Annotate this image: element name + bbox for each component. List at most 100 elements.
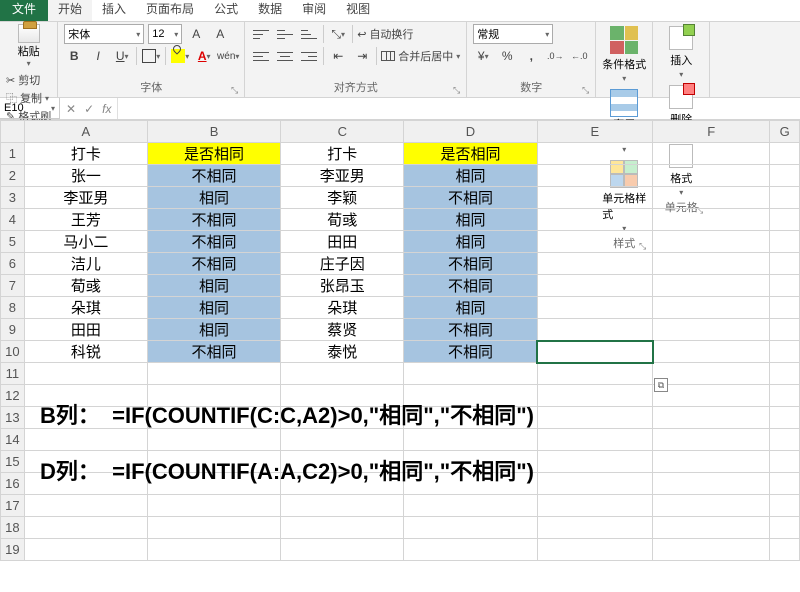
cell[interactable] bbox=[770, 187, 800, 209]
cell[interactable] bbox=[537, 231, 652, 253]
col-header-F[interactable]: F bbox=[653, 121, 770, 143]
cell[interactable] bbox=[537, 539, 652, 561]
decrease-decimal-button[interactable] bbox=[569, 46, 589, 66]
cell[interactable]: 马小二 bbox=[24, 231, 147, 253]
decrease-font-button[interactable] bbox=[210, 24, 230, 44]
cell[interactable] bbox=[770, 385, 800, 407]
cell[interactable]: 相同 bbox=[147, 275, 280, 297]
cell[interactable]: 李颖 bbox=[281, 187, 404, 209]
cell[interactable] bbox=[770, 539, 800, 561]
cell[interactable] bbox=[653, 495, 770, 517]
tab-view[interactable]: 视图 bbox=[336, 0, 380, 21]
cell[interactable] bbox=[770, 363, 800, 385]
cell[interactable] bbox=[770, 517, 800, 539]
cell[interactable] bbox=[404, 363, 537, 385]
cell[interactable] bbox=[537, 517, 652, 539]
orientation-button[interactable]: ▾ bbox=[328, 24, 348, 44]
row-header[interactable]: 6 bbox=[1, 253, 25, 275]
worksheet-grid[interactable]: A B C D E F G 1打卡是否相同打卡是否相同2张一不相同李亚男相同3李… bbox=[0, 120, 800, 561]
select-all-corner[interactable] bbox=[1, 121, 25, 143]
row-header[interactable]: 3 bbox=[1, 187, 25, 209]
cell[interactable]: 蔡贤 bbox=[281, 319, 404, 341]
cell[interactable]: 庄子因 bbox=[281, 253, 404, 275]
cell[interactable]: 相同 bbox=[404, 209, 537, 231]
tab-file[interactable]: 文件 bbox=[0, 0, 48, 21]
row-header[interactable]: 7 bbox=[1, 275, 25, 297]
align-right-button[interactable] bbox=[299, 46, 319, 66]
cell[interactable] bbox=[404, 495, 537, 517]
conditional-formatting-button[interactable]: 条件格式▾ bbox=[602, 24, 646, 83]
increase-decimal-button[interactable] bbox=[545, 46, 565, 66]
cell[interactable] bbox=[404, 429, 537, 451]
col-header-G[interactable]: G bbox=[770, 121, 800, 143]
cell[interactable] bbox=[537, 165, 652, 187]
row-header[interactable]: 18 bbox=[1, 517, 25, 539]
increase-indent-button[interactable] bbox=[352, 46, 372, 66]
cell[interactable] bbox=[770, 451, 800, 473]
cell[interactable] bbox=[770, 143, 800, 165]
cell[interactable] bbox=[653, 165, 770, 187]
align-middle-button[interactable] bbox=[275, 24, 295, 44]
cell[interactable] bbox=[404, 517, 537, 539]
decrease-indent-button[interactable] bbox=[328, 46, 348, 66]
cell[interactable] bbox=[24, 363, 147, 385]
cell[interactable] bbox=[537, 187, 652, 209]
col-header-B[interactable]: B bbox=[147, 121, 280, 143]
cell[interactable] bbox=[537, 473, 652, 495]
col-header-E[interactable]: E bbox=[537, 121, 652, 143]
row-header[interactable]: 1 bbox=[1, 143, 25, 165]
cell[interactable] bbox=[537, 495, 652, 517]
cell[interactable] bbox=[770, 495, 800, 517]
cell[interactable]: 不相同 bbox=[147, 165, 280, 187]
cell[interactable] bbox=[281, 517, 404, 539]
font-name-select[interactable]: 宋体▾ bbox=[64, 24, 144, 44]
cell[interactable] bbox=[537, 341, 652, 363]
row-header[interactable]: 15 bbox=[1, 451, 25, 473]
row-header[interactable]: 10 bbox=[1, 341, 25, 363]
row-header[interactable]: 9 bbox=[1, 319, 25, 341]
cell[interactable]: 荀彧 bbox=[24, 275, 147, 297]
cell[interactable] bbox=[653, 231, 770, 253]
cell[interactable] bbox=[147, 539, 280, 561]
cell[interactable]: 朵琪 bbox=[24, 297, 147, 319]
tab-insert[interactable]: 插入 bbox=[92, 0, 136, 21]
row-header[interactable]: 16 bbox=[1, 473, 25, 495]
merge-center-button[interactable]: 合并后居中▾ bbox=[381, 48, 460, 64]
cell[interactable]: 不相同 bbox=[404, 319, 537, 341]
row-header[interactable]: 5 bbox=[1, 231, 25, 253]
cell[interactable] bbox=[770, 319, 800, 341]
cell[interactable] bbox=[770, 473, 800, 495]
fx-icon[interactable]: fx bbox=[102, 102, 111, 116]
cell[interactable] bbox=[537, 319, 652, 341]
cell[interactable] bbox=[404, 539, 537, 561]
percent-button[interactable] bbox=[497, 46, 517, 66]
cell[interactable]: 不相同 bbox=[404, 341, 537, 363]
font-color-button[interactable]: A▾ bbox=[194, 46, 214, 66]
cell[interactable] bbox=[653, 275, 770, 297]
cell[interactable]: 荀彧 bbox=[281, 209, 404, 231]
tab-review[interactable]: 审阅 bbox=[292, 0, 336, 21]
cell[interactable]: 不相同 bbox=[404, 275, 537, 297]
cell[interactable] bbox=[281, 429, 404, 451]
cell[interactable] bbox=[537, 143, 652, 165]
tab-data[interactable]: 数据 bbox=[248, 0, 292, 21]
align-left-button[interactable] bbox=[251, 46, 271, 66]
font-size-select[interactable]: 12▾ bbox=[148, 24, 182, 44]
cell[interactable] bbox=[24, 539, 147, 561]
cell[interactable]: 相同 bbox=[147, 187, 280, 209]
cell[interactable]: 相同 bbox=[404, 231, 537, 253]
cell[interactable] bbox=[770, 165, 800, 187]
cell[interactable] bbox=[770, 429, 800, 451]
cell[interactable] bbox=[537, 451, 652, 473]
bold-button[interactable]: B bbox=[64, 46, 84, 66]
currency-button[interactable]: ▾ bbox=[473, 46, 493, 66]
cell[interactable] bbox=[537, 297, 652, 319]
cell[interactable]: 不相同 bbox=[147, 253, 280, 275]
cell[interactable] bbox=[147, 429, 280, 451]
cell[interactable] bbox=[653, 429, 770, 451]
comma-button[interactable] bbox=[521, 46, 541, 66]
cell[interactable] bbox=[770, 407, 800, 429]
cell[interactable]: 李亚男 bbox=[24, 187, 147, 209]
row-header[interactable]: 17 bbox=[1, 495, 25, 517]
increase-font-button[interactable] bbox=[186, 24, 206, 44]
